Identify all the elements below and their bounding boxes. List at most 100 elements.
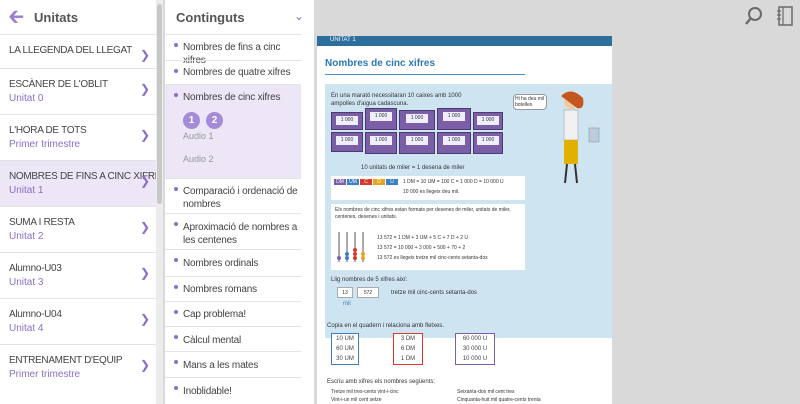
arrow-left-icon[interactable]: 🡰 [8,7,34,27]
audio-1-button[interactable]: 1 [183,112,200,129]
equivalence-text: 1 DM = 10 UM = 100 C = 1 000 D = 10 000 … [403,179,504,185]
units-header: 🡰 Unitats [0,0,163,34]
chevron-right-icon: ❯ [139,358,150,372]
unit-title: LA LLEGENDA DEL LLEGAT [9,45,132,56]
content-item[interactable]: Cap problema! [165,301,301,326]
contents-title: Continguts [176,9,245,25]
content-item[interactable]: Nombres ordinals [165,249,301,276]
scrollbar-thumb[interactable] [157,4,162,204]
textbook-page[interactable]: UNITAT 1 Nombres de cinc xifres En una m… [317,36,612,404]
intro-text: En una marató necessitaran 10 caixes amb… [331,93,462,107]
box-item: 1 000 [399,132,435,154]
notebook-icon[interactable] [776,6,794,26]
box-item: 1 000 [331,132,363,152]
chevron-right-icon: ❯ [139,220,150,234]
chevron-right-icon: ❯ [139,48,150,62]
content-item[interactable]: Comparació i ordenació de nombres [165,178,301,213]
exercise-1-text: Copia en el quadern i relaciona amb flet… [327,323,445,329]
content-item[interactable]: Nombres de quatre xifres [165,60,301,84]
content-item-label: Nombres de quatre xifres [183,67,291,78]
exercise-column-2: 3 DM 6 DM 1 DM [393,333,423,365]
unit-subtitle: Unitat 0 [9,93,44,104]
content-item[interactable]: Nombres romans [165,276,301,301]
read-result: tretze mil cinc-cents setanta-dos [391,290,478,296]
exercise-2-item: Cinquanta-huit mil quatre-cents trenta [457,397,541,403]
content-item-label: Aproximació de nombres a les centenes [183,222,298,246]
content-item-label: Nombres de cinc xifres [183,92,281,103]
content-item-label: Nombres ordinals [183,258,259,269]
audio-buttons: 1 2 [183,112,223,129]
unit-item[interactable]: Alumno-U03 Unitat 3 ❯ [0,252,156,298]
unit-title: Alumno-U04 [9,309,62,320]
unit-item-selected[interactable]: NOMBRES DE FINS A CINC XIFRES Unitat 1 ❯ [0,160,163,206]
contents-panel: Continguts ⌄ Nombres de fins a cinc xifr… [165,0,314,404]
chevron-right-icon: ❯ [139,82,150,96]
content-item[interactable]: Aproximació de nombres a les centenes [165,213,301,249]
read-part-2: 572 [357,287,379,298]
exercise-2-text: Escriu amb xifres els nombres següents: [327,379,436,385]
content-item[interactable]: Mans a les mates [165,351,301,377]
exercise-column-1: 10 UM 60 UM 30 UM [331,333,359,365]
content-item-label: Inoblidable! [183,386,232,397]
audio-2-button[interactable]: 2 [206,112,223,129]
bullet-icon [174,310,178,314]
unit-title: ESCÀNER DE L'OBLIT [9,79,108,90]
bullet-icon [174,386,178,390]
box-item: 1 000 [437,132,471,154]
bullet-icon [174,93,178,97]
exercise-column-3: 60 000 U 30 000 U 10 000 U [455,333,495,365]
unit-subtitle: Unitat 4 [9,323,44,334]
content-item[interactable]: Inoblidable! [165,377,301,404]
chevron-right-icon: ❯ [139,174,150,188]
unit-title: ENTRENAMENT D'EQUIP [9,355,123,366]
unit-subtitle: Unitat 2 [9,231,44,242]
contents-header: Continguts ⌄ [165,0,314,34]
content-item-label: Mans a les mates [183,360,259,371]
unit-subtitle: Primer trimestre [9,139,81,150]
abacus-illustration [337,232,365,262]
content-item-label: Càlcul mental [183,335,241,346]
content-item[interactable]: Nombres de fins a cinc xifres [165,34,301,66]
box-item: 1 000 [365,108,397,130]
content-item-label: Cap problema! [183,309,246,320]
content-item[interactable]: Càlcul mental [165,326,301,351]
explanation-panel: En una marató necessitaran 10 caixes amb… [325,84,612,338]
speech-bubble: Hi ha deu mil botelles [513,94,547,110]
audio-2-label[interactable]: Audio 2 [183,154,214,164]
units-scrollbar[interactable] [156,0,163,404]
title-underline [325,74,525,75]
box-item: 1 000 [473,132,503,154]
chevron-right-icon: ❯ [139,128,150,142]
unit-subtitle: Primer trimestre [9,369,81,380]
decomposition-2: 13 572 = 10 000 + 3 000 + 500 + 70 + 2 [377,245,466,251]
chevron-down-icon[interactable]: ⌄ [294,9,304,23]
bullet-icon [174,222,178,226]
unit-subtitle: Unitat 1 [9,185,44,196]
unit-item[interactable]: L'HORA DE TOTS Primer trimestre ❯ [0,114,156,160]
page-title: Nombres de cinc xifres [325,58,436,69]
exercise-2-item: Tretze mil tres-cents vint-i-cinc [331,389,399,395]
box-item: 1 000 [399,110,435,130]
decomposition-1: 13 572 = 1 DM + 3 UM + 5 C + 7 D + 2 U [377,235,469,241]
box-item: 1 000 [473,112,503,130]
bullet-icon [174,43,178,47]
audio-1-label[interactable]: Audio 1 [183,131,214,141]
box-item: 1 000 [331,112,363,130]
read-word: mil [343,301,351,307]
units-panel: 🡰 Unitats LA LLEGENDA DEL LLEGAT ❯ ESCÀN… [0,0,163,404]
unit-title: L'HORA DE TOTS [9,125,87,136]
bullet-icon [174,335,178,339]
unit-item[interactable]: Alumno-U04 Unitat 4 ❯ [0,298,156,344]
unit-item[interactable]: ESCÀNER DE L'OBLIT Unitat 0 ❯ [0,68,156,114]
bullet-icon [174,258,178,262]
bullet-icon [174,285,178,289]
unit-item[interactable]: ENTRENAMENT D'EQUIP Primer trimestre ❯ [0,344,156,390]
bullet-icon [174,69,178,73]
girl-illustration [561,91,600,184]
decomposition-3: 13 572 es llegeix tretze mil cinc-cents … [377,255,488,261]
equivalence-read: 10 000 es llegeix deu mil. [403,189,460,195]
page-header-bar: UNITAT 1 [317,36,612,46]
unit-item[interactable]: SUMA I RESTA Unitat 2 ❯ [0,206,156,252]
search-icon[interactable] [744,6,764,26]
chevron-right-icon: ❯ [139,312,150,326]
